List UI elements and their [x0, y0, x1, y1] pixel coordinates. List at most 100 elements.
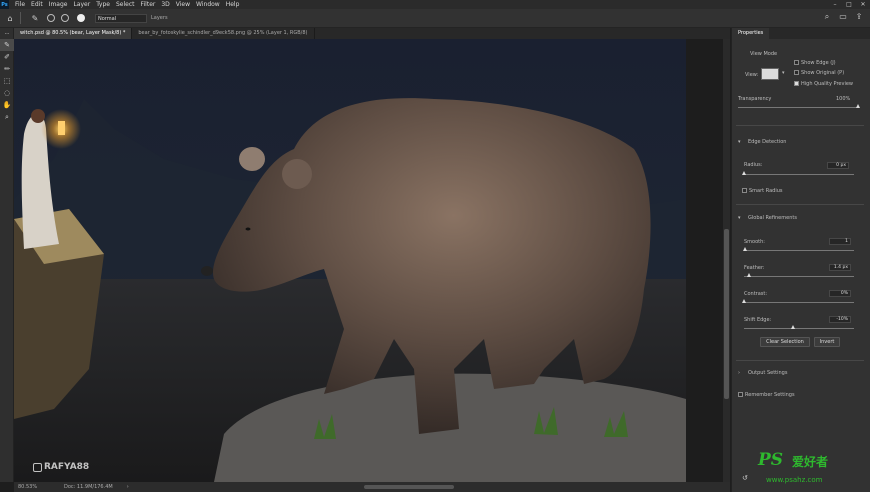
shift-edge-field[interactable]: -10%	[829, 316, 851, 323]
zoom-tool-icon[interactable]: ⌕	[0, 111, 14, 123]
divider	[20, 12, 21, 24]
refine-brush-icon[interactable]: ✎	[29, 12, 41, 24]
brush-tool-icon[interactable]: ✏	[0, 63, 14, 75]
radius-field[interactable]: 0 px	[827, 162, 849, 169]
transparency-value[interactable]: 100%	[836, 96, 850, 102]
bear-ear-left	[239, 147, 265, 171]
share-icon[interactable]: ⇪	[854, 12, 864, 22]
remember-settings-checkbox[interactable]	[738, 392, 743, 397]
doc-size: Doc: 11.9M/176.4M	[64, 484, 113, 490]
tab-properties[interactable]: Properties	[732, 28, 770, 39]
home-icon[interactable]: ⌂	[4, 12, 16, 24]
toolbar-grip-icon: ··	[4, 29, 10, 38]
smart-radius-checkbox[interactable]	[742, 188, 747, 193]
invert-button[interactable]: Invert	[814, 337, 840, 347]
site-logo: PS 爱好者 www.psahz.com	[758, 450, 866, 486]
brush-size-icon[interactable]	[77, 14, 85, 22]
shift-edge-label: Shift Edge:	[744, 317, 772, 323]
site-logo-cn: 爱好者	[792, 455, 829, 469]
menu-bar: Ps File Edit Image Layer Type Select Fil…	[0, 0, 870, 9]
contrast-field[interactable]: 0%	[829, 290, 851, 297]
menu-window[interactable]: Window	[196, 1, 220, 8]
menu-layer[interactable]: Layer	[73, 1, 90, 8]
menu-image[interactable]: Image	[49, 1, 68, 8]
menu-type[interactable]: Type	[96, 1, 110, 8]
menu-file[interactable]: File	[15, 1, 25, 8]
smooth-field[interactable]: 1	[829, 238, 851, 245]
feather-field[interactable]: 1.4 px	[829, 264, 851, 271]
contrast-slider-knob[interactable]	[741, 299, 746, 303]
shift-edge-slider[interactable]	[744, 328, 854, 329]
document-canvas[interactable]	[14, 39, 686, 482]
menu-view[interactable]: View	[176, 1, 190, 8]
scrollbar-thumb[interactable]	[724, 229, 729, 399]
canvas-area[interactable]: RAFYA88	[14, 39, 730, 482]
chevron-right-icon[interactable]: ›	[738, 370, 740, 376]
transparency-label: Transparency	[738, 96, 772, 102]
show-original-label: Show Original (P)	[801, 70, 845, 76]
view-label: View:	[745, 72, 759, 78]
refine-edge-brush-icon[interactable]: ✐	[0, 51, 14, 63]
bear-nose	[201, 266, 213, 276]
lantern	[58, 121, 65, 135]
workspace-icon[interactable]: ▭	[838, 12, 848, 22]
minimize-icon[interactable]: –	[828, 0, 842, 9]
smooth-label: Smooth:	[744, 239, 765, 245]
add-mode-icon[interactable]	[47, 14, 55, 22]
site-logo-ps: PS	[758, 450, 784, 470]
smooth-slider-knob[interactable]	[742, 247, 747, 251]
chevron-right-icon[interactable]: ›	[127, 484, 129, 490]
shift-edge-slider-knob[interactable]	[791, 325, 795, 329]
bear-eye	[245, 227, 251, 231]
search-icon[interactable]: ⌕	[822, 12, 832, 22]
high-quality-checkbox[interactable]	[794, 81, 799, 86]
show-edge-checkbox[interactable]	[794, 60, 799, 65]
menu-edit[interactable]: Edit	[31, 1, 43, 8]
tab-witch-psd[interactable]: witch.psd @ 80.5% (bear, Layer Mask/8) *	[14, 28, 133, 39]
show-edge-label: Show Edge (J)	[801, 60, 836, 66]
view-mode-thumbnail[interactable]	[761, 68, 779, 80]
tab-bear-png[interactable]: bear_by_fotoskylie_schindler_d9eck58.png…	[132, 28, 315, 39]
show-original-checkbox[interactable]	[794, 70, 799, 75]
watermark-text: RAFYA88	[44, 462, 90, 472]
horizontal-scrollbar-thumb[interactable]	[364, 485, 454, 489]
hand-tool-icon[interactable]: ✋	[0, 99, 14, 111]
status-bar: 80.53% Doc: 11.9M/176.4M ›	[14, 482, 730, 492]
zoom-level[interactable]: 80.53%	[18, 484, 48, 490]
sample-layers-label: Layers	[151, 15, 168, 21]
document-tabs: witch.psd @ 80.5% (bear, Layer Mask/8) *…	[14, 28, 730, 39]
contrast-slider[interactable]	[744, 302, 854, 303]
menu-3d[interactable]: 3D	[161, 1, 169, 8]
maximize-icon[interactable]: □	[842, 0, 856, 9]
lasso-tool-icon[interactable]: ◌	[0, 87, 14, 99]
feather-slider[interactable]	[744, 276, 854, 277]
menu-select[interactable]: Select	[116, 1, 135, 8]
window-controls: – □ ✕	[828, 0, 870, 9]
feather-slider-knob[interactable]	[747, 273, 751, 277]
global-refinements-title: Global Refinements	[748, 215, 797, 221]
transparency-slider-knob[interactable]	[855, 104, 860, 108]
radius-slider[interactable]	[744, 174, 854, 175]
divider	[736, 125, 864, 126]
smooth-slider[interactable]	[744, 250, 854, 251]
chevron-down-icon[interactable]: ▾	[738, 215, 741, 221]
chevron-down-icon[interactable]: ▾	[782, 70, 785, 76]
reset-icon[interactable]: ↺	[742, 474, 748, 482]
watermark: RAFYA88	[33, 462, 89, 472]
radius-slider-knob[interactable]	[741, 171, 746, 175]
view-mode-title: View Mode	[750, 51, 778, 57]
close-icon[interactable]: ✕	[856, 0, 870, 9]
divider	[736, 360, 864, 361]
tools-panel: ·· ✎ ✐ ✏ ⬚ ◌ ✋ ⌕	[0, 28, 14, 482]
transparency-slider[interactable]	[738, 107, 858, 108]
menu-help[interactable]: Help	[226, 1, 240, 8]
clear-selection-button[interactable]: Clear Selection	[760, 337, 810, 347]
remember-settings-label: Remember Settings	[745, 392, 795, 398]
menu-filter[interactable]: Filter	[141, 1, 156, 8]
quick-selection-tool-icon[interactable]: ✎	[0, 39, 14, 51]
chevron-down-icon[interactable]: ▾	[738, 139, 741, 145]
mode-select[interactable]: Normal	[95, 13, 147, 23]
subtract-mode-icon[interactable]	[61, 14, 69, 22]
object-selection-icon[interactable]: ⬚	[0, 75, 14, 87]
vertical-scrollbar[interactable]	[723, 39, 730, 482]
